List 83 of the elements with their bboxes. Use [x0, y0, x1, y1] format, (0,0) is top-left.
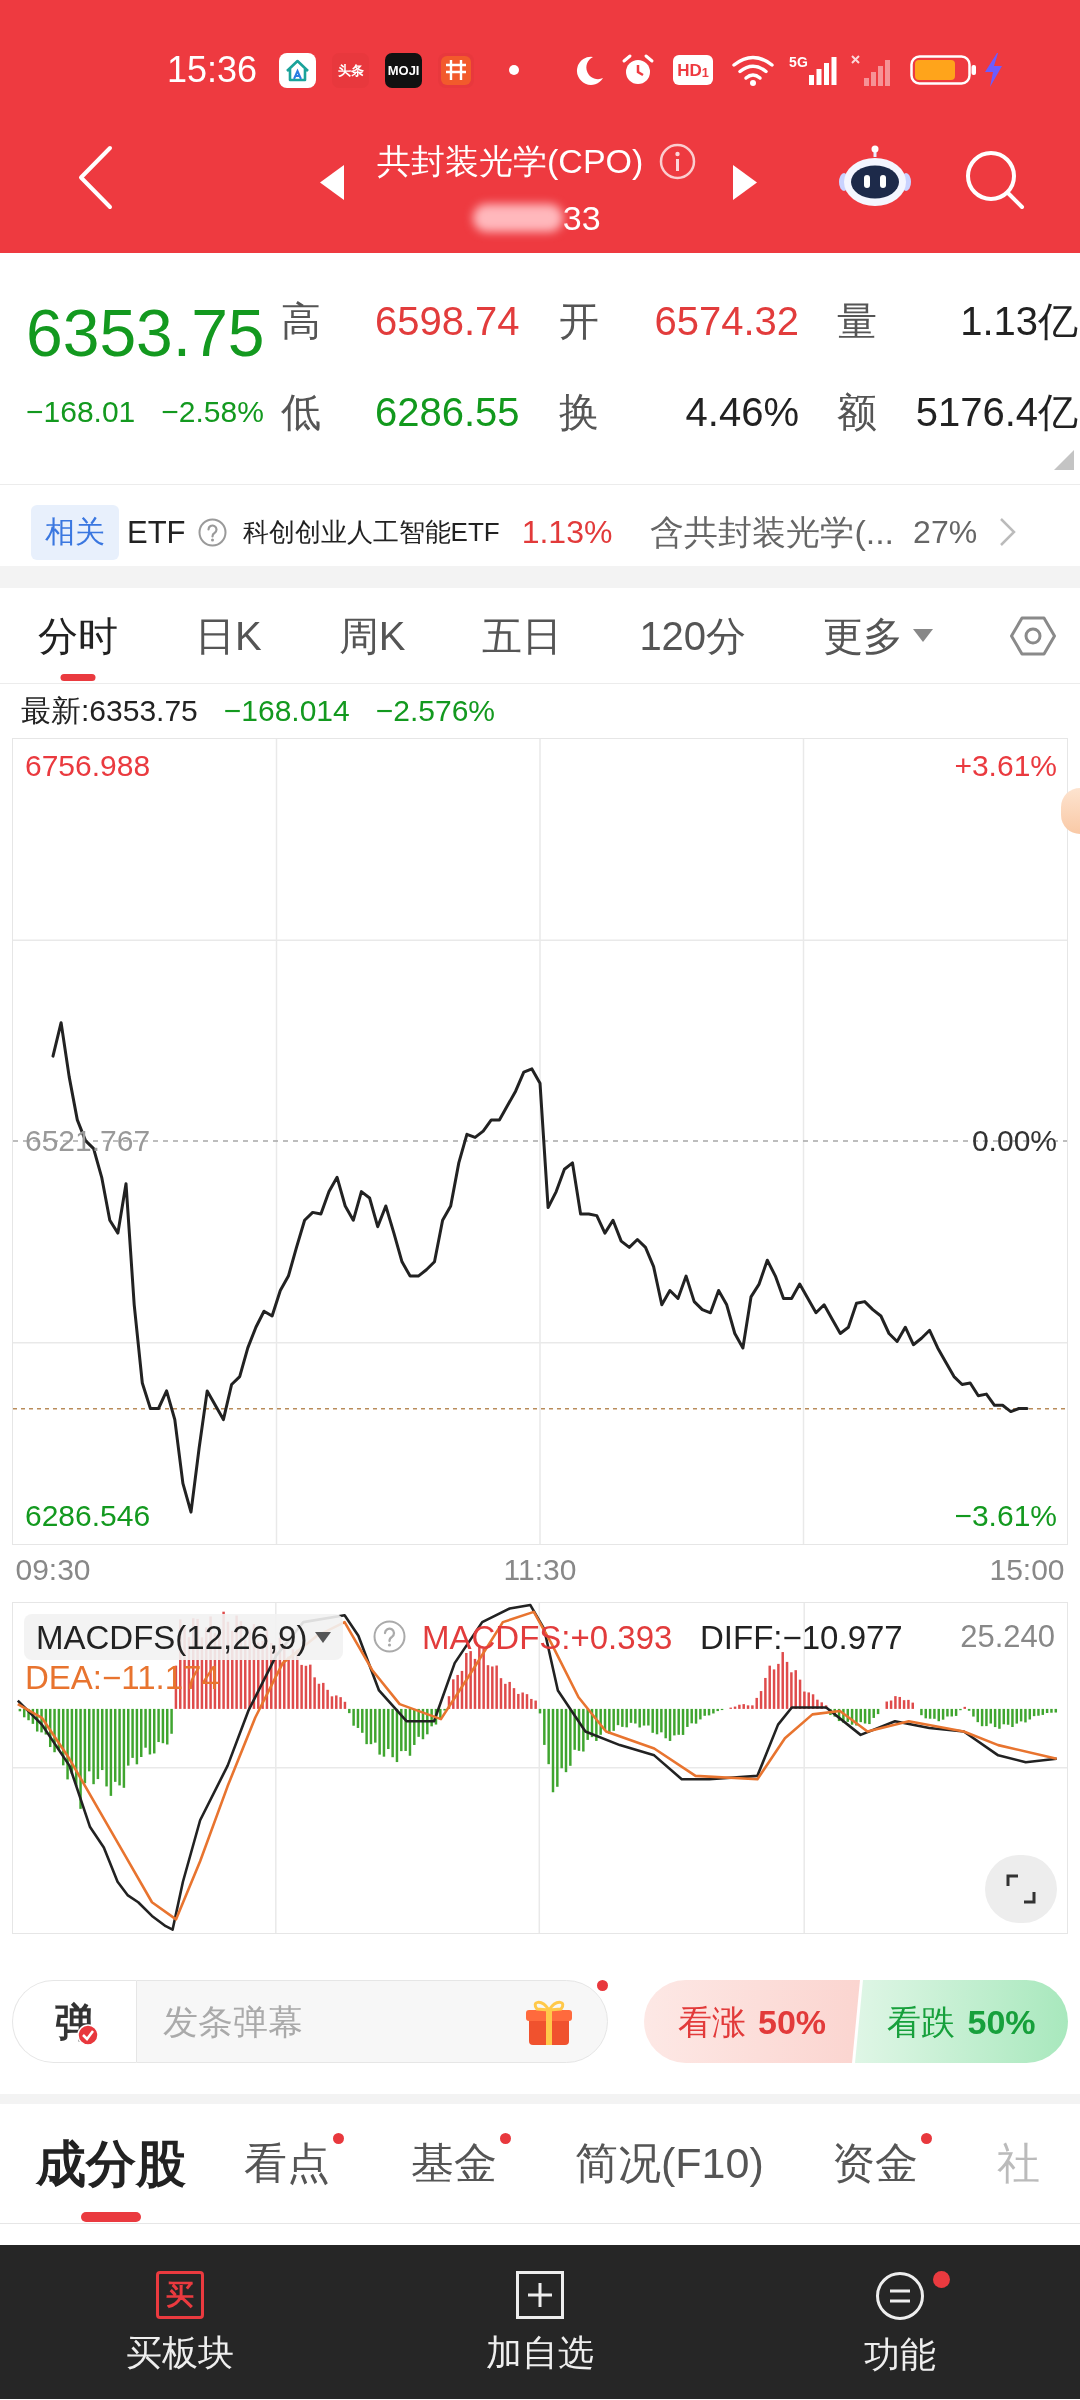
- robot-assistant-icon[interactable]: [838, 145, 913, 207]
- chart-tab[interactable]: 分时: [38, 588, 118, 683]
- price-axis-label: 6286.546: [25, 1501, 151, 1531]
- battery-icon: [909, 55, 977, 85]
- stat-label: 高: [281, 301, 321, 341]
- etf-name[interactable]: 科创创业人工智能ETF: [242, 519, 500, 545]
- app-notification-badge: 头条: [332, 52, 370, 88]
- price-axis-label: 6756.988: [25, 751, 151, 781]
- stat-label: 低: [281, 392, 321, 432]
- app-notification-icon: [438, 52, 475, 88]
- menu-circle-icon: [875, 2271, 925, 2321]
- stat-value: 5176.4亿: [915, 392, 1078, 432]
- caret-down-icon: [315, 1631, 332, 1643]
- previous-triangle-icon[interactable]: [320, 165, 344, 200]
- stat-value: 6286.55: [375, 392, 520, 432]
- info-tab[interactable]: 基金: [411, 2104, 511, 2223]
- percent-axis-label: +3.61%: [954, 751, 1057, 781]
- stat-value: 4.46%: [685, 392, 799, 432]
- etf-label: ETF: [127, 516, 186, 548]
- latest-change: −168.014: [223, 696, 350, 726]
- related-badge: 相关: [31, 504, 119, 560]
- stat-label: 开: [559, 301, 599, 341]
- bottom-nav-item[interactable]: 买 买板块: [0, 2245, 360, 2399]
- floating-handle[interactable]: [1061, 788, 1080, 834]
- indicator-reading: DIFF:−10.977: [700, 1621, 903, 1654]
- home-app-icon: [279, 52, 317, 88]
- time-axis-label: 11:30: [503, 1555, 577, 1585]
- time-axis-label: 09:30: [15, 1555, 91, 1585]
- signal-icon: [808, 55, 837, 85]
- info-icon[interactable]: [659, 142, 697, 180]
- index-code: 33: [562, 201, 601, 235]
- info-tab[interactable]: 简况(F10): [575, 2104, 764, 2223]
- caret-down-icon: [913, 629, 934, 642]
- info-tab[interactable]: 资金: [831, 2104, 932, 2223]
- stat-label: 额: [837, 392, 877, 432]
- price-change-percent: −2.58%: [161, 397, 264, 427]
- stat-value: 6574.32: [654, 301, 799, 341]
- stat-label: 换: [559, 392, 599, 432]
- network-type-label: 5G: [789, 55, 808, 69]
- price-change: −168.01: [26, 397, 136, 427]
- search-icon[interactable]: [963, 148, 1026, 210]
- app-notification-badge: MOJI: [385, 52, 423, 88]
- last-price: 6353.75: [26, 300, 265, 366]
- chevron-right-icon[interactable]: [999, 517, 1017, 547]
- etf-change: 1.13%: [521, 516, 613, 548]
- alarm-clock-icon: [621, 53, 656, 87]
- bullish-vote-button[interactable]: 看涨 50%: [644, 1980, 860, 2063]
- chart-tab[interactable]: 周K: [338, 588, 406, 683]
- chart-tab[interactable]: 120分: [639, 588, 747, 683]
- chart-tab[interactable]: 日K: [195, 588, 262, 683]
- back-icon[interactable]: [76, 145, 114, 210]
- page-title: 共封装光学(CPO): [377, 144, 644, 178]
- stat-value: 6598.74: [375, 301, 520, 341]
- wifi-icon: [731, 53, 776, 87]
- chart-tab[interactable]: 五日: [482, 588, 563, 683]
- expand-icon: [1006, 1874, 1036, 1904]
- chart-tab[interactable]: 更多: [823, 588, 934, 683]
- bottom-nav-item[interactable]: 加自选: [360, 2245, 720, 2399]
- stat-value: 1.13亿: [960, 301, 1078, 341]
- percent-axis-label: 0.00%: [971, 1126, 1057, 1156]
- status-time: 15:36: [167, 52, 258, 88]
- help-icon[interactable]: [197, 517, 227, 547]
- hd-voice-badge: HD$_{1}$: [673, 55, 714, 85]
- plus-square-icon: [516, 2271, 564, 2319]
- info-tab[interactable]: 看点: [244, 2104, 344, 2223]
- scale-max-label: 25.240: [960, 1621, 1055, 1652]
- expand-corner-icon[interactable]: [1054, 450, 1074, 470]
- percent-axis-label: −3.61%: [954, 1501, 1057, 1531]
- etf-holding: 含共封装光学(...: [650, 515, 895, 549]
- info-tab[interactable]: 成分股: [36, 2104, 186, 2223]
- stat-label: 量: [837, 301, 877, 341]
- danmaku-input[interactable]: 发条弹幕: [136, 1980, 608, 2063]
- help-icon[interactable]: [373, 1620, 406, 1653]
- holding-weight: 27%: [913, 516, 978, 548]
- bottom-nav-item[interactable]: 功能: [720, 2245, 1080, 2399]
- indicator-selector[interactable]: MACDFS(12,26,9): [24, 1614, 344, 1660]
- moon-icon: [574, 54, 606, 86]
- settings-icon[interactable]: [1010, 615, 1057, 656]
- next-triangle-icon[interactable]: [733, 165, 758, 200]
- latest-change-percent: −2.576%: [375, 696, 496, 726]
- time-axis-label: 15:00: [989, 1555, 1065, 1585]
- buy-badge: 买: [156, 2271, 204, 2319]
- latest-price-label: 最新:6353.75: [21, 696, 198, 726]
